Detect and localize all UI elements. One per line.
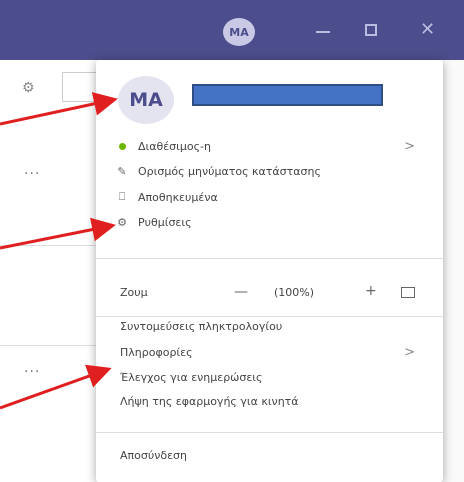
zoom-out-button[interactable]: —: [234, 284, 248, 300]
fit-screen-icon[interactable]: [401, 287, 415, 298]
status-item[interactable]: Διαθέσιμος-η >: [96, 135, 443, 157]
more-options-icon: ···: [24, 364, 41, 380]
download-mobile-label: Λήψη της εφαρμογής για κινητά: [120, 394, 299, 408]
more-options-icon: ···: [24, 166, 41, 182]
set-status-message-label: Ορισμός μηνύματος κατάστασης: [138, 164, 321, 178]
saved-item[interactable]: ⎕ Αποθηκευμένα: [96, 186, 443, 208]
saved-label: Αποθηκευμένα: [138, 190, 218, 204]
keyboard-shortcuts-label: Συντομεύσεις πληκτρολογίου: [120, 319, 283, 333]
about-label: Πληροφορίες: [120, 345, 193, 359]
check-updates-label: Έλεγχος για ενημερώσεις: [120, 370, 263, 384]
background-divider: [0, 245, 104, 246]
zoom-in-button[interactable]: +: [365, 283, 377, 299]
edit-status-icon: ✎: [117, 164, 127, 178]
redacted-name-bar: [192, 84, 383, 106]
sign-out-item[interactable]: Αποσύνδεση: [96, 444, 443, 466]
settings-label: Ρυθμίσεις: [138, 215, 192, 229]
zoom-value: (100%): [274, 286, 315, 299]
menu-divider: [96, 258, 443, 259]
background-divider: [0, 345, 104, 346]
background-gear-icon: ⚙: [22, 80, 35, 96]
zoom-label: Ζουμ: [120, 286, 148, 299]
sign-out-label: Αποσύνδεση: [120, 448, 187, 462]
title-bar-avatar[interactable]: MA: [223, 18, 255, 46]
title-bar: MA ✕: [0, 0, 464, 60]
keyboard-shortcuts-item[interactable]: Συντομεύσεις πληκτρολογίου: [96, 315, 443, 337]
close-icon[interactable]: ✕: [420, 18, 435, 42]
check-updates-item[interactable]: Έλεγχος για ενημερώσεις: [96, 366, 443, 388]
set-status-message-item[interactable]: ✎ Ορισμός μηνύματος κατάστασης: [96, 160, 443, 182]
chevron-right-icon: >: [404, 344, 415, 360]
menu-divider: [96, 432, 443, 433]
maximize-icon[interactable]: [365, 24, 377, 36]
zoom-row: Ζουμ — (100%) +: [96, 278, 443, 308]
minimize-icon[interactable]: [316, 31, 330, 33]
profile-avatar[interactable]: MA: [118, 76, 174, 124]
chevron-right-icon: >: [404, 138, 415, 154]
background-left-pane: [0, 60, 105, 482]
background-right-pane: [440, 60, 464, 482]
status-label: Διαθέσιμος-η: [138, 139, 211, 153]
status-dot-icon: [112, 140, 132, 153]
gear-icon: ⚙: [117, 215, 127, 229]
profile-menu: MA Διαθέσιμος-η > ✎ Ορισμός μηνύματος κα…: [96, 60, 443, 482]
bookmark-icon: ⎕: [118, 190, 126, 203]
about-item[interactable]: Πληροφορίες >: [96, 341, 443, 363]
settings-item[interactable]: ⚙ Ρυθμίσεις: [96, 211, 443, 233]
download-mobile-item[interactable]: Λήψη της εφαρμογής για κινητά: [96, 390, 443, 412]
